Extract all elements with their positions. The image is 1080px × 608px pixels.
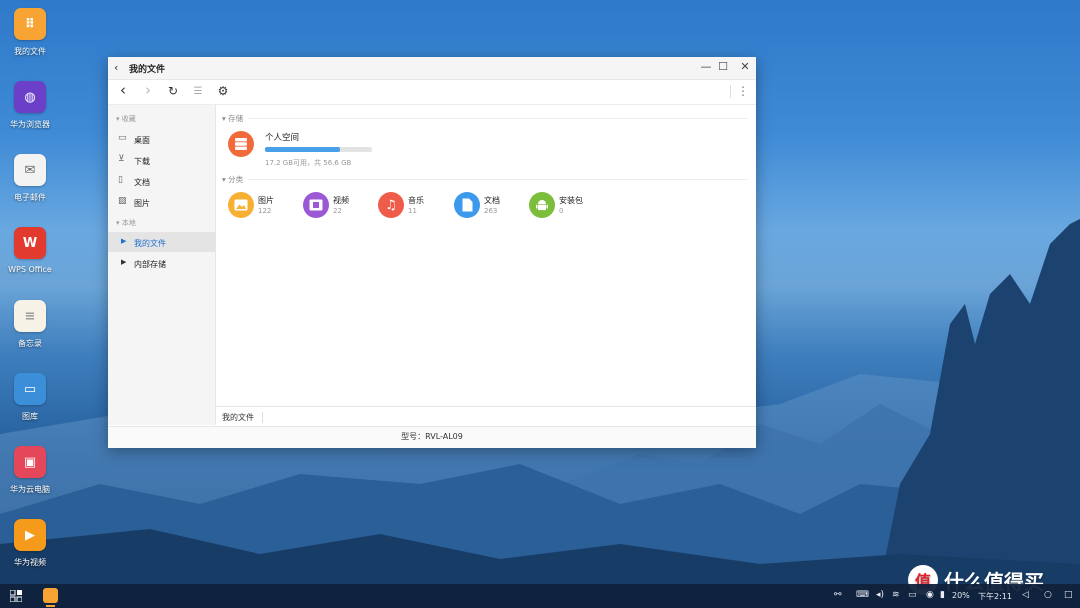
picture-icon: ▨ — [118, 196, 127, 206]
cloud-pc-icon: ▣ — [14, 446, 46, 478]
file-manager-window: ‹ 我的文件 — ☐ ✕ ‹ › ↻ ☰ ⚙ ⋮ ▾ 收藏 ▭ 桌面 ⊻ 下载 … — [108, 57, 756, 448]
android-category-icon — [529, 192, 555, 218]
download-icon: ⊻ — [118, 154, 125, 164]
desktop-shortcut-browser[interactable]: ◍ 华为浏览器 — [0, 81, 60, 130]
email-icon: ✉ — [14, 154, 46, 186]
sidebar-item-pictures[interactable]: ▨ 图片 — [108, 192, 215, 212]
music-category-icon: ♫ — [378, 192, 404, 218]
list-view-button[interactable]: ☰ — [189, 86, 207, 97]
status-bar: 型号：RVL-AL09 — [108, 426, 756, 448]
close-button[interactable]: ✕ — [737, 60, 753, 73]
expand-arrow-icon[interactable]: ▶ — [121, 258, 131, 267]
video-icon: ▶ — [14, 519, 46, 551]
notification-icon[interactable]: ◉ — [926, 590, 934, 600]
wps-icon: W — [14, 227, 46, 259]
desktop-shortcut-cloud-pc[interactable]: ▣ 华为云电脑 — [0, 446, 60, 495]
notes-icon: ≡ — [14, 300, 46, 332]
expand-arrow-icon[interactable]: ▶ — [121, 237, 131, 246]
toolbar-divider — [730, 85, 731, 98]
window-title: 我的文件 — [129, 65, 166, 75]
category-section-header: ▾ 分类 — [222, 174, 748, 184]
clock[interactable]: 下午2:11 — [978, 591, 1012, 602]
storage-usage-bar — [265, 147, 372, 152]
breadcrumb-item-my-files[interactable]: 我的文件 — [222, 412, 263, 423]
desktop-shortcut-files[interactable]: ⠿ 我的文件 — [0, 8, 60, 57]
battery-percent: 20% — [952, 591, 970, 600]
screen-icon[interactable]: ▭ — [908, 590, 917, 600]
sidebar-item-desktop[interactable]: ▭ 桌面 — [108, 129, 215, 149]
browser-icon: ◍ — [14, 81, 46, 113]
desktop-shortcut-video[interactable]: ▶ 华为视频 — [0, 519, 60, 568]
start-menu-icon[interactable] — [10, 590, 22, 602]
forward-button[interactable]: › — [139, 81, 157, 99]
files-icon: ⠿ — [14, 8, 46, 40]
sidebar-section-favorites[interactable]: ▾ 收藏 — [116, 114, 136, 124]
image-category-icon — [228, 192, 254, 218]
sidebar-item-documents[interactable]: ▯ 文档 — [108, 171, 215, 191]
breadcrumb: 我的文件 — [216, 406, 756, 426]
category-music[interactable]: ♫ 音乐 11 — [378, 192, 450, 220]
main-content: ▾ 存储 个人空间 17.2 GB可用，共 56.6 GB ▾ 分类 图片 12… — [216, 105, 756, 405]
taskbar-files-app-icon[interactable] — [43, 588, 58, 603]
maximize-button[interactable]: ☐ — [715, 60, 731, 73]
desktop-shortcut-email[interactable]: ✉ 电子邮件 — [0, 154, 60, 203]
sidebar-item-downloads[interactable]: ⊻ 下载 — [108, 150, 215, 170]
nav-back-icon[interactable]: ◁ — [1022, 590, 1029, 600]
minimize-button[interactable]: — — [698, 60, 714, 73]
nav-home-icon[interactable]: ○ — [1044, 590, 1052, 600]
network-share-icon[interactable]: ⚯ — [834, 590, 842, 600]
wifi-icon[interactable]: ≋ — [892, 590, 900, 600]
volume-icon[interactable]: ◂) — [876, 590, 884, 600]
desktop-shortcut-notes[interactable]: ≡ 备忘录 — [0, 300, 60, 349]
back-button[interactable]: ‹ — [114, 81, 132, 99]
sidebar-section-local[interactable]: ▾ 本地 — [116, 218, 136, 228]
device-model-text: 型号：RVL-AL09 — [401, 432, 463, 441]
category-images[interactable]: 图片 122 — [228, 192, 300, 220]
storage-usage-fill — [265, 147, 340, 152]
category-videos[interactable]: 视频 22 — [303, 192, 375, 220]
category-apks[interactable]: 安装包 0 — [529, 192, 601, 220]
desktop-icon: ▭ — [118, 133, 127, 143]
document-icon: ▯ — [118, 175, 123, 185]
storage-section-header: ▾ 存储 — [222, 113, 748, 123]
storage-detail: 17.2 GB可用，共 56.6 GB — [265, 159, 352, 167]
settings-button[interactable]: ⚙ — [214, 84, 232, 98]
taskbar: ⚯ ⌨ ◂) ≋ ▭ ◉ ▮ 20% 下午2:11 ◁ ○ □ — [0, 584, 1080, 608]
document-category-icon — [454, 192, 480, 218]
category-documents[interactable]: 文档 263 — [454, 192, 526, 220]
storage-name: 个人空间 — [265, 133, 300, 143]
sidebar-item-internal-storage[interactable]: ▶ 内部存储 — [108, 253, 215, 273]
desktop-shortcut-gallery[interactable]: ▭ 图库 — [0, 373, 60, 422]
title-back-icon[interactable]: ‹ — [114, 61, 118, 74]
nav-recent-icon[interactable]: □ — [1064, 590, 1073, 600]
video-category-icon — [303, 192, 329, 218]
refresh-button[interactable]: ↻ — [164, 84, 182, 98]
sidebar-item-my-files[interactable]: ▶ 我的文件 — [108, 232, 215, 252]
desktop-shortcut-wps[interactable]: W WPS Office — [0, 227, 60, 274]
keyboard-icon[interactable]: ⌨ — [856, 590, 869, 600]
running-indicator — [46, 605, 55, 607]
sidebar: ▾ 收藏 ▭ 桌面 ⊻ 下载 ▯ 文档 ▨ 图片 ▾ 本地 ▶ 我的文件 ▶ 内… — [108, 105, 216, 425]
window-titlebar[interactable]: ‹ 我的文件 — ☐ ✕ — [108, 57, 756, 80]
toolbar: ‹ › ↻ ☰ ⚙ ⋮ — [108, 80, 756, 105]
battery-icon: ▮ — [940, 590, 945, 600]
gallery-icon: ▭ — [14, 373, 46, 405]
more-options-button[interactable]: ⋮ — [734, 84, 752, 98]
storage-icon — [228, 131, 254, 157]
